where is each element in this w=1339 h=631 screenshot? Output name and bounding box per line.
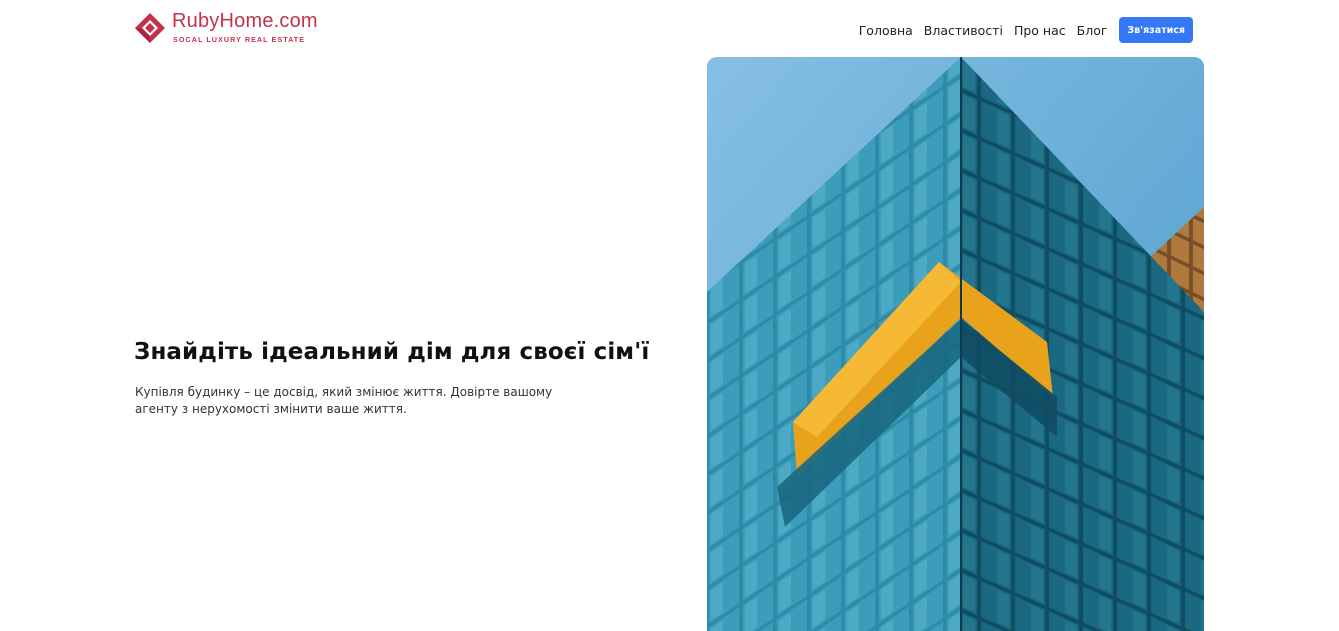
nav-link-properties[interactable]: Властивості [924,23,1003,38]
hero-title: Знайдіть ідеальний дім для своєї сім'ї [134,339,650,365]
landing-page: RubyHome.com SOCAL LUXURY REAL ESTATE Го… [0,0,1339,631]
brand-name: RubyHome.com [172,10,318,32]
nav-link-blog[interactable]: Блог [1077,23,1108,38]
contact-button[interactable]: Зв'язатися [1119,17,1193,43]
diamond-logo-icon [135,13,165,43]
hero-subtitle: Купівля будинку – це досвід, який змінює… [135,385,553,416]
building-illustration [707,57,1204,631]
nav-link-home[interactable]: Головна [859,23,913,38]
brand-tagline: SOCAL LUXURY REAL ESTATE [173,35,306,44]
main-nav: Головна Властивості Про нас Блог Зв'язат… [859,17,1193,43]
nav-link-about[interactable]: Про нас [1014,23,1066,38]
hero-building-image [707,57,1204,631]
brand-logo[interactable]: RubyHome.com SOCAL LUXURY REAL ESTATE [134,10,334,46]
